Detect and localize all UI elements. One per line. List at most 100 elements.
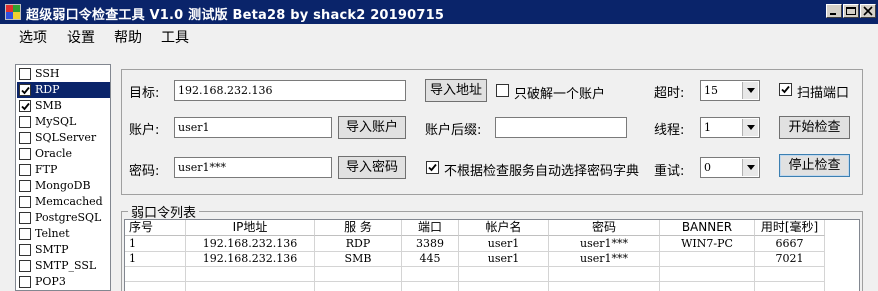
app-icon (5, 4, 21, 20)
service-label: MySQL (35, 115, 77, 128)
table-cell: user1 (459, 251, 549, 267)
column-header[interactable]: 序号 (125, 220, 186, 236)
service-item-sqlserver[interactable]: SQLServer (17, 130, 110, 146)
password-label: 密码: (129, 164, 160, 179)
retry-select[interactable]: 0 (700, 157, 760, 178)
service-checkbox[interactable] (19, 164, 31, 176)
service-checkbox[interactable] (19, 196, 31, 208)
service-checkbox[interactable] (19, 148, 31, 160)
table-row[interactable]: 1 192.168.232.136 SMB 445 user1 user1*** 7021 (125, 251, 825, 267)
import-target-button[interactable]: 导入地址 (425, 79, 487, 102)
table-cell (315, 281, 402, 291)
table-cell: 192.168.232.136 (186, 236, 315, 252)
account-label: 账户: (129, 123, 160, 138)
threads-label: 线程: (654, 123, 685, 138)
results-grid[interactable]: 序号 IP地址服 务端口 帐户名 密码 BANNER 用时[毫秒] 1 192.168.232… (124, 219, 860, 291)
column-header[interactable]: 端口 (402, 220, 459, 236)
service-item-mongodb[interactable]: MongoDB (17, 178, 110, 194)
service-checkbox[interactable] (19, 228, 31, 240)
auto-dict-checkbox[interactable] (426, 161, 439, 174)
table-row[interactable] (125, 281, 825, 291)
table-row[interactable] (125, 266, 825, 282)
column-header[interactable]: 帐户名 (459, 220, 549, 236)
service-checkbox[interactable] (19, 68, 31, 80)
service-label: FTP (35, 163, 58, 176)
table-cell: user1 (459, 236, 549, 252)
service-item-memcached[interactable]: Memcached (17, 194, 110, 210)
service-checkbox[interactable] (19, 244, 31, 256)
close-button[interactable] (860, 4, 876, 18)
account-input[interactable]: user1 (174, 117, 332, 138)
service-checkbox[interactable] (19, 100, 31, 112)
service-checkbox[interactable] (19, 116, 31, 128)
import-password-button[interactable]: 导入密码 (338, 156, 406, 179)
service-item-postgresql[interactable]: PostgreSQL (17, 210, 110, 226)
target-input[interactable]: 192.168.232.136 (174, 80, 406, 101)
threads-select[interactable]: 1 (700, 117, 760, 138)
maximize-button[interactable] (843, 4, 859, 18)
service-label: MongoDB (35, 179, 91, 192)
table-cell (186, 266, 315, 282)
column-header[interactable]: BANNER (660, 220, 755, 236)
table-cell (660, 251, 755, 267)
timeout-select[interactable]: 15 (700, 80, 760, 101)
service-item-mysql[interactable]: MySQL (17, 114, 110, 130)
retry-label: 重试: (654, 164, 685, 179)
column-header[interactable]: 用时[毫秒] (755, 220, 825, 236)
service-checkbox[interactable] (19, 212, 31, 224)
chevron-down-icon[interactable] (742, 82, 758, 99)
table-row[interactable]: 1 192.168.232.136 RDP 3389 user1 user1*** WIN7… (125, 236, 825, 252)
chevron-down-icon[interactable] (742, 119, 758, 136)
table-cell: user1*** (549, 251, 660, 267)
menu-help[interactable]: 帮助 (114, 27, 142, 47)
account-suffix-input[interactable] (495, 117, 627, 138)
service-label: Memcached (35, 195, 103, 208)
crack-one-account-checkbox[interactable] (496, 84, 509, 97)
table-cell: 6667 (755, 236, 825, 252)
password-input[interactable]: user1*** (174, 157, 332, 178)
table-cell: SMB (315, 251, 402, 267)
table-cell (125, 266, 186, 282)
import-account-button[interactable]: 导入账户 (338, 116, 406, 139)
service-label: SMTP_SSL (35, 259, 97, 272)
menu-options[interactable]: 选项 (19, 27, 47, 47)
service-checkbox[interactable] (19, 260, 31, 272)
account-suffix-label: 账户后缀: (425, 123, 482, 138)
service-list[interactable]: SSH RDP SMB MySQL SQLServer Oracle FTP MongoDB M… (15, 64, 111, 291)
service-label: SQLServer (35, 131, 97, 144)
scan-port-checkbox[interactable] (779, 83, 792, 96)
service-checkbox[interactable] (19, 276, 31, 288)
service-item-smb[interactable]: SMB (17, 98, 110, 114)
service-item-smtp[interactable]: SMTP (17, 242, 110, 258)
timeout-label: 超时: (654, 86, 685, 101)
service-checkbox[interactable] (19, 180, 31, 192)
service-item-oracle[interactable]: Oracle (17, 146, 110, 162)
column-header[interactable]: 服 务 (315, 220, 402, 236)
service-item-rdp[interactable]: RDP (17, 82, 110, 98)
checkmark-icon (428, 163, 437, 172)
service-item-ftp[interactable]: FTP (17, 162, 110, 178)
service-label: SMTP (35, 243, 69, 256)
service-checkbox[interactable] (19, 132, 31, 144)
window-title: 超级弱口令检查工具 V1.0 测试版 Beta28 by shack2 2019… (26, 8, 445, 23)
service-item-ssh[interactable]: SSH (17, 66, 110, 82)
chevron-down-icon[interactable] (742, 159, 758, 176)
column-header[interactable]: IP地址 (186, 220, 315, 236)
table-cell (755, 281, 825, 291)
start-check-button[interactable]: 开始检查 (779, 116, 850, 139)
minimize-button[interactable] (826, 4, 842, 18)
scan-port-label: 扫描端口 (797, 86, 850, 101)
service-item-telnet[interactable]: Telnet (17, 226, 110, 242)
service-label: POP3 (35, 275, 66, 288)
service-item-pop3[interactable]: POP3 (17, 274, 110, 290)
stop-check-button[interactable]: 停止检查 (779, 154, 850, 177)
checkmark-icon (781, 85, 790, 94)
service-checkbox[interactable] (19, 84, 31, 96)
menu-tools[interactable]: 工具 (161, 27, 189, 47)
service-item-smtp_ssl[interactable]: SMTP_SSL (17, 258, 110, 274)
service-label: SSH (35, 67, 60, 80)
column-header[interactable]: 密码 (549, 220, 660, 236)
table-cell (459, 266, 549, 282)
table-cell: 192.168.232.136 (186, 251, 315, 267)
menu-settings[interactable]: 设置 (67, 27, 95, 47)
